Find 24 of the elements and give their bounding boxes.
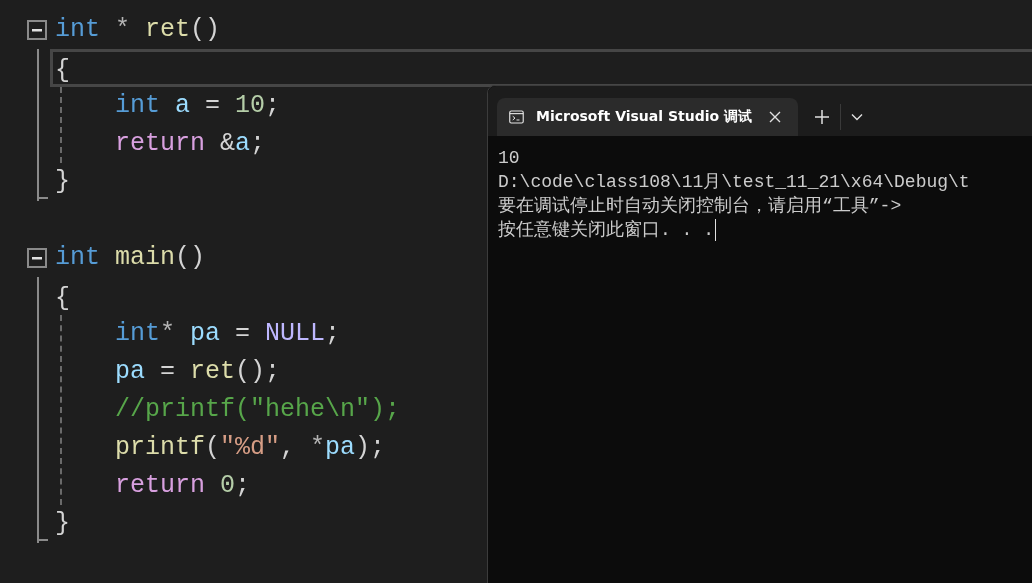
console-output-line: 10 [498, 147, 520, 170]
code-line: { [55, 55, 70, 87]
code-line: int * ret() [55, 14, 221, 46]
collapse-icon[interactable] [27, 20, 47, 40]
code-line: int main() [55, 242, 206, 274]
console-icon [509, 108, 524, 126]
tab-title: Microsoft Visual Studio 调试 [535, 108, 752, 126]
code-line: int* pa = NULL; [115, 318, 341, 350]
text-cursor [715, 219, 716, 241]
terminal-tab[interactable]: Microsoft Visual Studio 调试 [497, 98, 798, 136]
console-output-line: D:\code\class108\11月\test_11_21\x64\Debug\t [498, 171, 970, 194]
code-line: } [55, 508, 70, 540]
console-output-line: 按任意键关闭此窗口. . . [498, 219, 714, 242]
code-line: return &a; [115, 128, 266, 160]
code-line: { [55, 283, 70, 315]
code-line: printf("%d", *pa); [115, 432, 386, 464]
chevron-down-icon[interactable] [851, 113, 863, 121]
code-line: return 0; [115, 470, 251, 502]
code-line: int a = 10; [115, 90, 281, 122]
code-line: //printf("hehe\n"); [115, 394, 401, 426]
code-line: } [55, 166, 70, 198]
collapse-icon[interactable] [27, 248, 47, 268]
console-output-line: 要在调试停止时自动关闭控制台，请启用“工具”-> [498, 195, 902, 218]
code-line: pa = ret(); [115, 356, 281, 388]
